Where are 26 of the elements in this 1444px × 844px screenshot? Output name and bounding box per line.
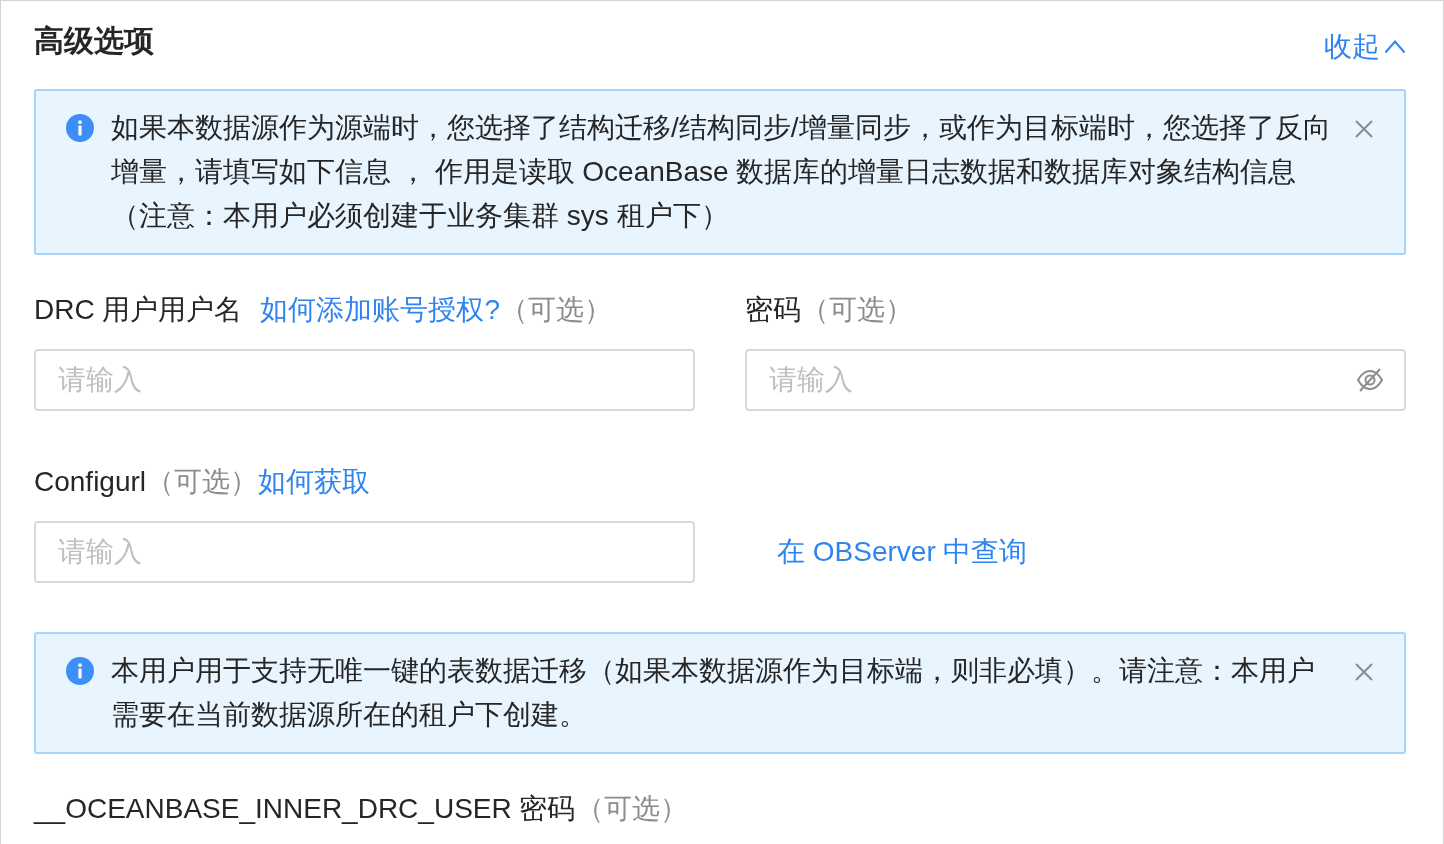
info-icon <box>66 114 94 142</box>
alert-text: 本用户用于支持无唯一键的表数据迁移（如果本数据源作为目标端，则非必填）。请注意：本用户需要在当前数据源所在的租户下创建。 <box>111 654 1316 732</box>
eye-off-icon <box>1356 366 1384 394</box>
input-field[interactable]: 请输入 <box>34 349 695 411</box>
alert-text: 如果本数据源作为源端时，您选择了结构迁移/结构同步/增量同步，或作为目标端时，您选择了反向增量，请填写如下信息 ， 作用是读取 OceanBase 数据库的增量日志数据和数据库对象结构信息（注意：本用户必须创建于业务集群 sys 租户下） <box>111 111 1332 233</box>
optional-hint: （可选） <box>500 294 613 325</box>
query-link[interactable]: 在 OBServer 中查询 <box>777 531 1028 573</box>
field-label: 密码 <box>745 294 801 325</box>
field-label: __OCEANBASE_INNER_DRC_USER 密码 <box>34 793 576 824</box>
chevron-up-icon <box>1384 40 1406 54</box>
help-link[interactable]: 如何添加账号授权? <box>260 294 501 325</box>
help-link[interactable]: 如何获取 <box>258 466 371 497</box>
section-title: 高级选项 <box>34 23 154 59</box>
optional-hint: （可选） <box>146 466 259 497</box>
close-button[interactable] <box>1354 119 1374 139</box>
info-icon <box>66 657 94 685</box>
password-field[interactable]: 请输入 <box>745 349 1406 411</box>
field-label: Configurl <box>34 466 147 497</box>
collapse-link[interactable]: 收起 <box>1324 25 1406 69</box>
input-field[interactable]: 请输入 <box>34 521 695 583</box>
close-icon <box>1354 119 1374 139</box>
optional-hint: （可选） <box>801 294 913 325</box>
close-icon <box>1354 662 1374 682</box>
optional-hint: （可选） <box>575 793 688 824</box>
close-button[interactable] <box>1354 662 1374 682</box>
field-label: DRC 用户用户名 <box>34 294 243 325</box>
